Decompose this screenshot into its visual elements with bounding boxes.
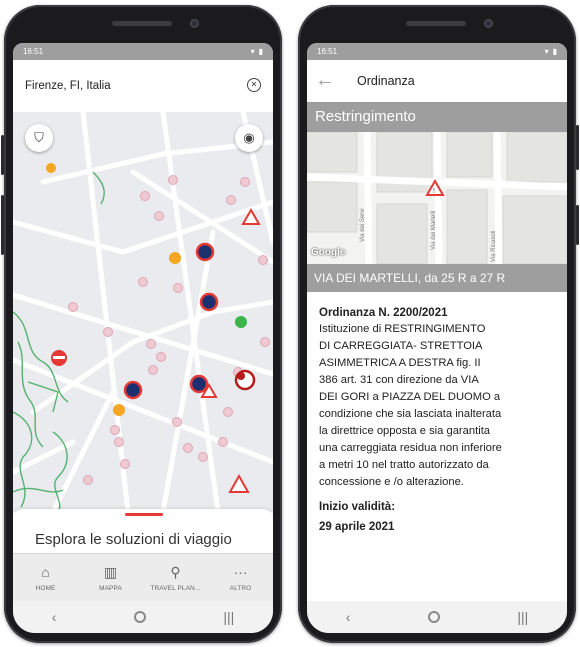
- ordinance-text-line: a metri 10 nel tratto autorizzato da: [319, 459, 489, 471]
- ordinance-number: Ordinanza N. 2200/2021: [319, 307, 448, 319]
- section-header: Restringimento: [307, 102, 567, 132]
- ordinance-text-line: una carreggiata residua non inferiore: [319, 442, 502, 454]
- more-icon: ···: [233, 563, 248, 580]
- bottom-sheet[interactable]: Esplora le soluzioni di viaggio: [13, 509, 273, 553]
- app-bar: ← Ordinanza: [307, 60, 567, 102]
- system-home-icon[interactable]: [427, 611, 440, 623]
- side-button: [576, 205, 579, 245]
- ordinance-text-line: la direttrice opposta e sia garantita: [319, 425, 491, 437]
- status-bar: 16:51 ▾ ▮: [307, 43, 567, 60]
- nav-map[interactable]: ▥ MAPPA: [78, 554, 143, 601]
- map-canvas: [13, 112, 273, 512]
- system-back-icon[interactable]: ‹: [346, 609, 351, 625]
- location-map[interactable]: Via dei Servi Via dei Martelli Via Ricas…: [307, 132, 567, 264]
- ordinance-text-line: Istituzione di RESTRINGIMENTO: [319, 323, 486, 335]
- system-recents-icon[interactable]: |||: [223, 609, 234, 625]
- locate-me-icon[interactable]: ◉: [235, 124, 263, 152]
- nav-map-label: MAPPA: [99, 584, 122, 592]
- ordinance-text-line: ASIMMETRICA A DESTRA fig. II: [319, 357, 481, 369]
- nav-home[interactable]: ⌂ HOME: [13, 554, 78, 601]
- street-label-martelli: Via dei Martelli: [431, 211, 437, 250]
- home-icon: ⌂: [41, 563, 50, 580]
- search-icon: ⚲: [170, 563, 181, 580]
- google-logo: Google: [311, 247, 346, 258]
- map-icon: ▥: [103, 563, 118, 580]
- ordinance-text-line: 386 art. 31 con direzione da VIA: [319, 374, 479, 386]
- ordinance-text-line: concessione e /o alterazione.: [319, 476, 464, 488]
- mini-map-canvas: Via dei Servi Via dei Martelli Via Ricas…: [307, 132, 567, 264]
- system-back-icon[interactable]: ‹: [52, 609, 57, 625]
- nav-travel-planner[interactable]: ⚲ TRAVEL PLAN...: [143, 554, 208, 601]
- validity-date: 29 aprile 2021: [319, 521, 395, 533]
- system-nav-bar: ‹ |||: [307, 601, 567, 633]
- search-bar[interactable]: Firenze, FI, Italia ✕: [13, 60, 273, 112]
- street-label-servi: Via dei Servi: [360, 208, 366, 242]
- status-icons: ▾ ▮: [544, 47, 557, 56]
- status-time: 16:51: [317, 47, 338, 56]
- system-home-icon[interactable]: [133, 611, 146, 623]
- volume-button: [1, 135, 4, 175]
- ordinance-details: Ordinanza N. 2200/2021 Istituzione di RE…: [319, 305, 559, 535]
- nav-more-label: ALTRO: [229, 584, 252, 592]
- page-title: Ordinanza: [357, 74, 415, 88]
- status-time: 16:51: [23, 47, 44, 56]
- front-camera: [190, 19, 199, 28]
- system-recents-icon[interactable]: |||: [517, 609, 528, 625]
- street-range-banner: VIA DEI MARTELLI, da 25 R a 27 R: [307, 264, 567, 292]
- ordinance-text-line: condizione che sia lasciata inalterata: [319, 408, 502, 420]
- speaker-grille: [112, 21, 172, 26]
- ordinance-screen: 16:51 ▾ ▮ ← Ordinanza Restringimento Via…: [307, 43, 567, 633]
- sheet-drag-handle[interactable]: [125, 513, 163, 516]
- traffic-map[interactable]: ⛉ ◉: [13, 112, 273, 512]
- street-label-ricasoli: Via Ricasoli: [491, 231, 497, 262]
- system-nav-bar: ‹ |||: [13, 601, 273, 633]
- nav-home-label: HOME: [35, 584, 56, 592]
- filter-icon[interactable]: ⛉: [25, 124, 53, 152]
- ordinance-text-line: DI CARREGGIATA- STRETTOIA: [319, 340, 483, 352]
- validity-label: Inizio validità:: [319, 501, 396, 513]
- back-arrow-icon[interactable]: ←: [315, 69, 335, 92]
- svg-text:!: !: [433, 188, 435, 195]
- status-bar: 16:51 ▾ ▮: [13, 43, 273, 60]
- map-screen: 16:51 ▾ ▮ Firenze, FI, Italia ✕ ⛉ ◉ Espl…: [13, 43, 273, 633]
- sheet-title: Esplora le soluzioni di viaggio: [35, 531, 232, 548]
- side-button: [1, 195, 4, 255]
- front-camera: [484, 19, 493, 28]
- speaker-grille: [406, 21, 466, 26]
- clear-search-icon[interactable]: ✕: [247, 78, 261, 92]
- volume-button: [576, 125, 579, 170]
- left-phone: 16:51 ▾ ▮ Firenze, FI, Italia ✕ ⛉ ◉ Espl…: [1, 5, 282, 643]
- nav-travel-planner-label: TRAVEL PLAN...: [150, 584, 201, 592]
- search-input[interactable]: Firenze, FI, Italia: [25, 80, 111, 92]
- nav-more[interactable]: ··· ALTRO: [208, 554, 273, 601]
- right-phone: 16:51 ▾ ▮ ← Ordinanza Restringimento Via…: [298, 5, 579, 643]
- bottom-navigation: ⌂ HOME ▥ MAPPA ⚲ TRAVEL PLAN... ··· ALTR…: [13, 553, 273, 601]
- status-icons: ▾ ▮: [250, 47, 263, 56]
- ordinance-text-line: DEI GORI a PIAZZA DEL DUOMO a: [319, 391, 501, 403]
